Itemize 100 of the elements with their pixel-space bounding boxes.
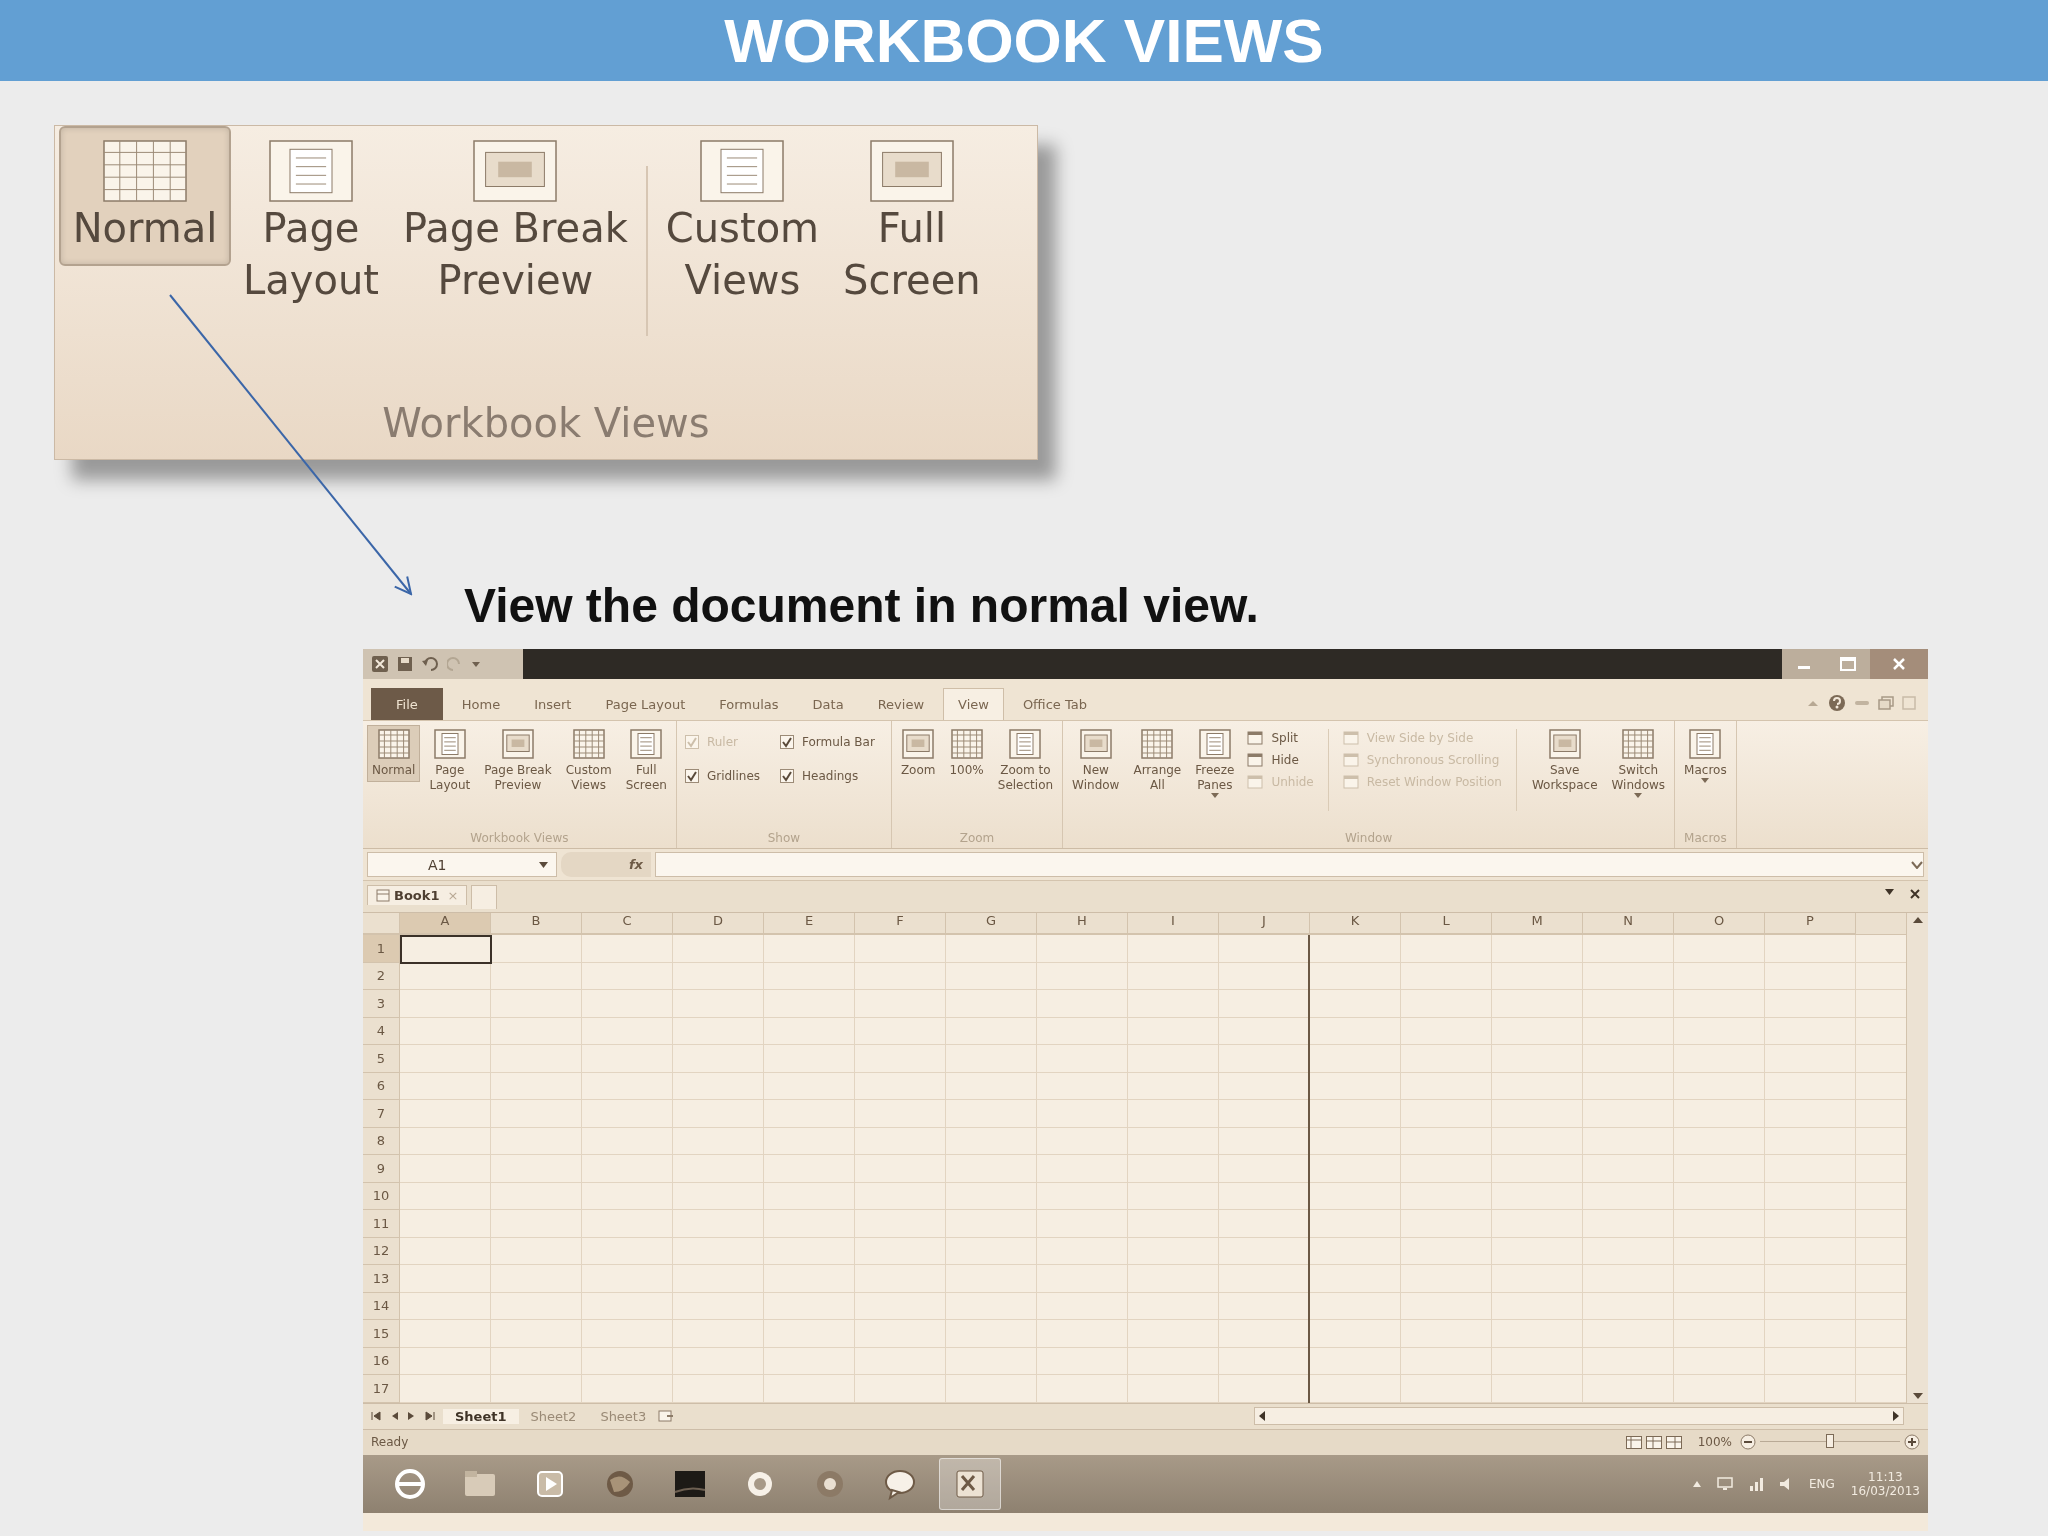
column-header[interactable]: M bbox=[1492, 913, 1583, 934]
row-header[interactable]: 7 bbox=[363, 1100, 400, 1128]
ribbon-button[interactable]: Full Screen bbox=[620, 725, 672, 797]
row-header[interactable]: 16 bbox=[363, 1347, 400, 1375]
column-header[interactable]: A bbox=[400, 913, 491, 934]
vertical-scrollbar[interactable] bbox=[1906, 913, 1928, 1403]
row-header[interactable]: 2 bbox=[363, 962, 400, 990]
maximize-icon[interactable] bbox=[1840, 657, 1856, 671]
ribbon-tab[interactable]: Data bbox=[797, 688, 859, 720]
ribbon-button[interactable]: Zoom to Selection bbox=[992, 725, 1059, 797]
ribbon-tab[interactable]: Review bbox=[862, 688, 940, 720]
close-icon[interactable] bbox=[1910, 889, 1920, 899]
ribbon-tab[interactable]: Insert bbox=[519, 688, 587, 720]
zoom-out-icon[interactable] bbox=[1740, 1434, 1756, 1450]
row-header[interactable]: 12 bbox=[363, 1237, 400, 1265]
last-sheet-icon[interactable] bbox=[425, 1411, 435, 1421]
horizontal-scrollbar[interactable] bbox=[1254, 1407, 1904, 1425]
row-header[interactable]: 9 bbox=[363, 1155, 400, 1183]
row-header[interactable]: 6 bbox=[363, 1072, 400, 1100]
caret-icon[interactable] bbox=[1885, 889, 1894, 895]
column-header[interactable]: H bbox=[1037, 913, 1128, 934]
column-header[interactable]: B bbox=[491, 913, 582, 934]
name-box[interactable]: A1 bbox=[367, 852, 557, 877]
ribbon-button[interactable]: New Window bbox=[1067, 725, 1125, 797]
ribbon-button[interactable]: Arrange All bbox=[1128, 725, 1187, 797]
column-header[interactable]: N bbox=[1583, 913, 1674, 934]
window-icon bbox=[1342, 731, 1359, 745]
undo-icon[interactable] bbox=[421, 656, 439, 672]
row-header[interactable]: 8 bbox=[363, 1127, 400, 1155]
view-button[interactable]: Normal bbox=[59, 126, 231, 266]
column-header[interactable]: G bbox=[946, 913, 1037, 934]
row-header[interactable]: 17 bbox=[363, 1375, 400, 1403]
show-hidden-icons-icon[interactable] bbox=[1692, 1480, 1701, 1487]
view-button[interactable]: Page Layout bbox=[231, 126, 391, 318]
row-header[interactable]: 5 bbox=[363, 1045, 400, 1073]
page-layout-icon[interactable] bbox=[1645, 1435, 1662, 1449]
ribbon-button[interactable]: Zoom bbox=[895, 725, 941, 782]
active-cell[interactable] bbox=[400, 935, 492, 964]
slider-thumb[interactable] bbox=[1826, 1434, 1834, 1448]
ribbon-button[interactable]: Split bbox=[1243, 729, 1318, 747]
row-header[interactable]: 13 bbox=[363, 1265, 400, 1293]
ribbon-button[interactable]: 100% bbox=[944, 725, 989, 782]
group-label: Workbook Views bbox=[382, 400, 710, 446]
restore-icon[interactable] bbox=[1878, 696, 1894, 710]
ribbon-button[interactable]: Freeze Panes bbox=[1190, 725, 1240, 802]
page-break-icon[interactable] bbox=[1665, 1435, 1682, 1449]
ribbon-button[interactable]: Switch Windows bbox=[1606, 725, 1671, 802]
signal-icon[interactable] bbox=[1748, 1476, 1763, 1491]
row-header[interactable]: 4 bbox=[363, 1017, 400, 1045]
cell-grid[interactable] bbox=[400, 935, 1906, 1403]
row-header[interactable]: 11 bbox=[363, 1210, 400, 1238]
insert-function-button[interactable]: fx bbox=[628, 857, 643, 872]
column-header[interactable]: F bbox=[855, 913, 946, 934]
help-icon[interactable] bbox=[1828, 694, 1846, 712]
column-header[interactable]: K bbox=[1310, 913, 1401, 934]
checkbox[interactable]: Headings bbox=[776, 767, 879, 785]
ribbon-tab[interactable]: Office Tab bbox=[1007, 688, 1102, 720]
language-indicator[interactable]: ENG bbox=[1808, 1476, 1835, 1491]
column-header[interactable]: J bbox=[1219, 913, 1310, 934]
ribbon-button[interactable]: Page Break Preview bbox=[479, 725, 557, 797]
column-header[interactable]: O bbox=[1674, 913, 1765, 934]
monitor-icon[interactable] bbox=[1716, 1476, 1733, 1491]
checkbox[interactable]: Gridlines bbox=[680, 767, 764, 785]
column-header[interactable]: L bbox=[1401, 913, 1492, 934]
column-header[interactable]: I bbox=[1128, 913, 1219, 934]
save-icon[interactable] bbox=[397, 656, 413, 672]
row-header[interactable]: 15 bbox=[363, 1320, 400, 1348]
row-header[interactable]: 10 bbox=[363, 1182, 400, 1210]
column-header[interactable]: E bbox=[764, 913, 855, 934]
ribbon-tab[interactable]: Page Layout bbox=[590, 688, 701, 720]
ribbon-button[interactable]: Macros bbox=[1679, 725, 1732, 787]
normal-view-icon[interactable] bbox=[1625, 1435, 1642, 1449]
view-button[interactable]: Page Break Preview bbox=[391, 126, 640, 318]
ribbon-button[interactable]: Page Layout bbox=[424, 725, 476, 797]
column-header[interactable]: D bbox=[673, 913, 764, 934]
column-header[interactable]: C bbox=[582, 913, 673, 934]
expand-icon[interactable] bbox=[1911, 860, 1923, 869]
row-header[interactable]: 1 bbox=[363, 935, 400, 963]
row-header[interactable]: 3 bbox=[363, 990, 400, 1018]
ribbon-tab[interactable]: View bbox=[943, 688, 1004, 720]
collapse-ribbon-icon[interactable] bbox=[1806, 698, 1820, 708]
ribbon-tab[interactable]: File bbox=[371, 688, 443, 720]
insert-sheet-icon[interactable] bbox=[658, 1410, 675, 1422]
ribbon-button[interactable]: Normal bbox=[367, 725, 421, 782]
ribbon-tab[interactable]: Formulas bbox=[704, 688, 794, 720]
column-header[interactable]: P bbox=[1765, 913, 1856, 934]
ribbon-button[interactable]: Save Workspace bbox=[1526, 725, 1603, 797]
caret-icon[interactable] bbox=[539, 861, 548, 868]
view-button[interactable]: Full Screen bbox=[831, 126, 993, 318]
row-header[interactable]: 14 bbox=[363, 1292, 400, 1320]
checkbox[interactable]: Formula Bar bbox=[776, 733, 879, 751]
view-button[interactable]: Custom Views bbox=[653, 126, 832, 318]
sheet-tab[interactable]: Sheet1 bbox=[443, 1408, 519, 1424]
workbook-tab[interactable]: Book1 × bbox=[367, 885, 468, 905]
first-sheet-icon[interactable] bbox=[371, 1411, 381, 1421]
zoom-in-icon[interactable] bbox=[1904, 1434, 1920, 1450]
formula-input[interactable] bbox=[655, 852, 1924, 877]
ribbon-button[interactable]: Hide bbox=[1243, 751, 1318, 769]
ribbon-button[interactable]: Custom Views bbox=[560, 725, 617, 797]
ribbon-tab[interactable]: Home bbox=[446, 688, 516, 720]
